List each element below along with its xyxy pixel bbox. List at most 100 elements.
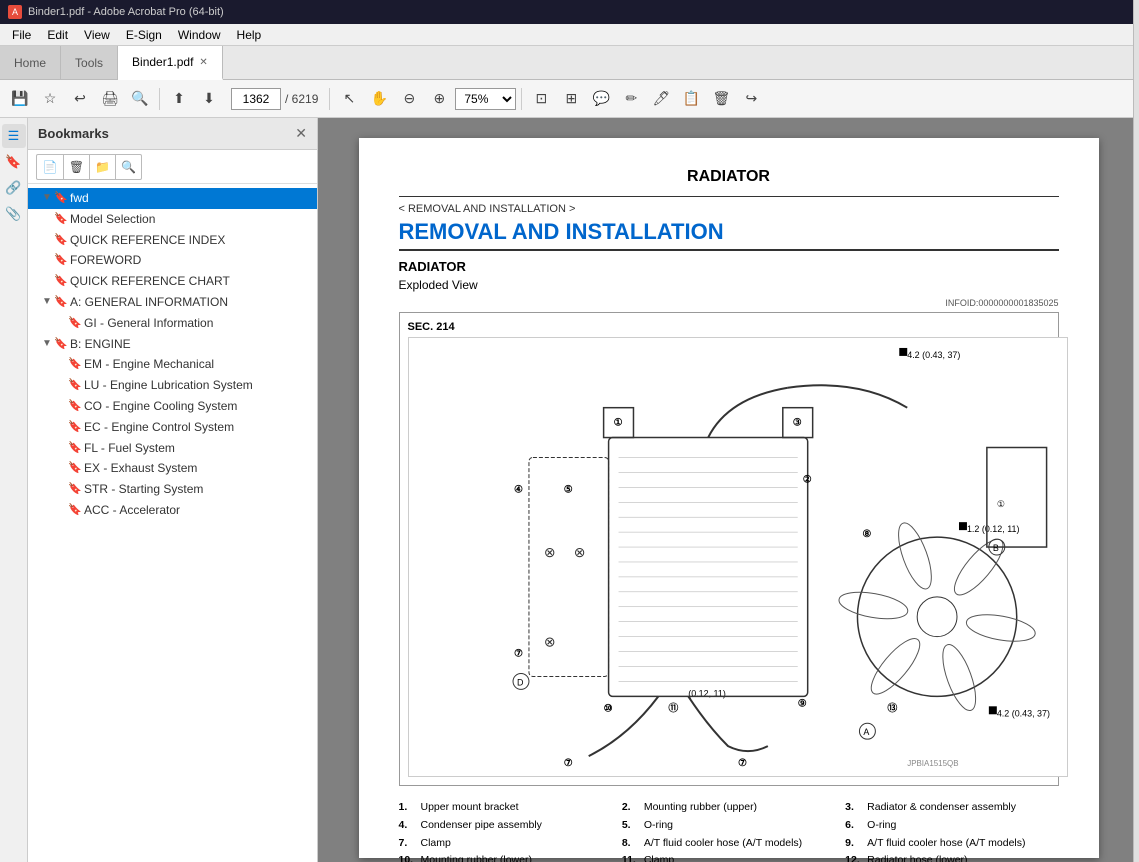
part-8: 8. A/T fluid cooler hose (A/T models) xyxy=(622,836,835,852)
bookmark-str[interactable]: 🔖 STR - Starting System xyxy=(28,479,317,500)
tab-tools[interactable]: Tools xyxy=(61,46,118,79)
part-num-6: 6. xyxy=(845,818,863,834)
toolbar: 💾 ☆ ↩ 🖨 🔍 ⬆ ⬇ / 6219 ↖ ✋ ⊖ ⊕ 75% 50% 100… xyxy=(0,80,1139,118)
pdf-subtitle: RADIATOR xyxy=(399,259,1059,274)
bookmark-acc[interactable]: 🔖 ACC - Accelerator xyxy=(28,500,317,521)
redo-button[interactable]: ↪ xyxy=(737,85,765,113)
menu-window[interactable]: Window xyxy=(170,26,229,44)
part-2: 2. Mounting rubber (upper) xyxy=(622,800,835,816)
menu-edit[interactable]: Edit xyxy=(39,26,76,44)
highlight-button[interactable]: ✏ xyxy=(617,85,645,113)
sidebar-find-btn[interactable]: 🔍 xyxy=(115,155,141,179)
bookmark-icon-fwd: 🔖 xyxy=(54,190,68,206)
bookmark-label-acc: ACC - Accelerator xyxy=(82,502,313,519)
part-label-10: Mounting rubber (lower) xyxy=(421,853,532,862)
prev-page-button[interactable]: ⬆ xyxy=(165,85,193,113)
sidebar-delete-btn[interactable]: 🗑 xyxy=(63,155,89,179)
part-label-7: Clamp xyxy=(421,836,451,852)
svg-text:D: D xyxy=(517,677,524,687)
pdf-caption: Exploded View xyxy=(399,278,1059,292)
part-6: 6. O-ring xyxy=(845,818,1058,834)
next-page-button[interactable]: ⬇ xyxy=(195,85,223,113)
toggle-fwd[interactable]: ▼ xyxy=(40,190,54,205)
print-button[interactable]: 🖨 xyxy=(96,85,124,113)
part-num-10: 10. xyxy=(399,853,417,862)
menu-view[interactable]: View xyxy=(76,26,118,44)
delete-button[interactable]: 🗑 xyxy=(707,85,735,113)
zoom-out-button[interactable]: ⊖ xyxy=(395,85,423,113)
bookmark-lu[interactable]: 🔖 LU - Engine Lubrication System xyxy=(28,375,317,396)
tab-binder-label: Binder1.pdf xyxy=(132,55,193,69)
part-label-9: A/T fluid cooler hose (A/T models) xyxy=(867,836,1025,852)
sign-button[interactable]: 🖊 xyxy=(647,85,675,113)
bookmark-ex[interactable]: 🔖 EX - Exhaust System xyxy=(28,458,317,479)
menu-help[interactable]: Help xyxy=(229,26,270,44)
sidebar-close-button[interactable]: ✕ xyxy=(295,125,307,142)
part-11: 11. Clamp xyxy=(622,853,835,862)
bookmark-label-qrc: QUICK REFERENCE CHART xyxy=(68,273,313,290)
bookmark-icon-model: 🔖 xyxy=(54,211,68,227)
bookmark-label-fw: FOREWORD xyxy=(68,252,313,269)
part-num-9: 9. xyxy=(845,836,863,852)
part-num-8: 8. xyxy=(622,836,640,852)
bookmark-co[interactable]: 🔖 CO - Engine Cooling System xyxy=(28,396,317,417)
nav-panel-icon[interactable]: ☰ xyxy=(2,124,26,148)
page-number-input[interactable] xyxy=(231,88,281,110)
zoom-in-button[interactable]: ⊕ xyxy=(425,85,453,113)
bookmark-quick-ref-index[interactable]: 🔖 QUICK REFERENCE INDEX xyxy=(28,230,317,251)
bookmark-icon-acc: 🔖 xyxy=(68,502,82,518)
bookmark-icon-qrc: 🔖 xyxy=(54,273,68,289)
attachment-panel-icon[interactable]: 📎 xyxy=(2,202,26,226)
part-4: 4. Condenser pipe assembly xyxy=(399,818,612,834)
pdf-area[interactable]: RADIATOR < REMOVAL AND INSTALLATION > RE… xyxy=(318,118,1139,862)
bookmark-label-ex: EX - Exhaust System xyxy=(82,460,313,477)
save-button[interactable]: 💾 xyxy=(6,85,34,113)
stamp-button[interactable]: 📋 xyxy=(677,85,705,113)
find-button[interactable]: 🔍 xyxy=(126,85,154,113)
part-12: 12. Radiator hose (lower) xyxy=(845,853,1058,862)
bookmark-panel-icon[interactable]: 🔖 xyxy=(2,150,26,174)
sidebar: Bookmarks ✕ 📄 🗑 📁 🔍 ▼ 🔖 fwd 🔖 xyxy=(28,118,318,862)
tab-close-button[interactable]: ✕ xyxy=(199,57,207,68)
bookmark-icon-ex: 🔖 xyxy=(68,460,82,476)
bookmark-engine[interactable]: ▼ 🔖 B: ENGINE xyxy=(28,334,317,355)
svg-text:①: ① xyxy=(996,499,1004,509)
bookmark-em[interactable]: 🔖 EM - Engine Mechanical xyxy=(28,354,317,375)
main-area: ☰ 🔖 🔗 📎 Bookmarks ✕ 📄 🗑 📁 🔍 ▼ 🔖 fwd xyxy=(0,118,1139,862)
fit-width-button[interactable]: ⊞ xyxy=(557,85,585,113)
bookmark-gi[interactable]: 🔖 GI - General Information xyxy=(28,313,317,334)
bookmark-general-info[interactable]: ▼ 🔖 A: GENERAL INFORMATION xyxy=(28,292,317,313)
sidebar-move-btn[interactable]: 📁 xyxy=(89,155,115,179)
hand-tool-button[interactable]: ✋ xyxy=(365,85,393,113)
bookmark-icon-gen: 🔖 xyxy=(54,294,68,310)
menu-esign[interactable]: E-Sign xyxy=(118,26,170,44)
pdf-header-title: RADIATOR xyxy=(399,168,1059,186)
select-tool-button[interactable]: ↖ xyxy=(335,85,363,113)
back-button[interactable]: ↩ xyxy=(66,85,94,113)
toggle-general[interactable]: ▼ xyxy=(40,294,54,309)
tab-binder[interactable]: Binder1.pdf ✕ xyxy=(118,46,223,80)
bookmark-add-button[interactable]: ☆ xyxy=(36,85,64,113)
part-9: 9. A/T fluid cooler hose (A/T models) xyxy=(845,836,1058,852)
part-label-8: A/T fluid cooler hose (A/T models) xyxy=(644,836,802,852)
svg-text:②: ② xyxy=(802,474,811,485)
bookmark-fwd[interactable]: ▼ 🔖 fwd xyxy=(28,188,317,209)
bookmark-model-selection[interactable]: 🔖 Model Selection xyxy=(28,209,317,230)
bookmark-foreword[interactable]: 🔖 FOREWORD xyxy=(28,250,317,271)
toggle-engine[interactable]: ▼ xyxy=(40,336,54,351)
bookmark-label-fwd: fwd xyxy=(68,190,313,207)
bookmark-icon-co: 🔖 xyxy=(68,398,82,414)
bookmark-label-em: EM - Engine Mechanical xyxy=(82,356,313,373)
link-panel-icon[interactable]: 🔗 xyxy=(2,176,26,200)
bookmark-ec[interactable]: 🔖 EC - Engine Control System xyxy=(28,417,317,438)
pdf-section-title: REMOVAL AND INSTALLATION xyxy=(399,219,1059,251)
sidebar-new-btn[interactable]: 📄 xyxy=(37,155,63,179)
bookmark-quick-ref-chart[interactable]: 🔖 QUICK REFERENCE CHART xyxy=(28,271,317,292)
menu-file[interactable]: File xyxy=(4,26,39,44)
tab-home[interactable]: Home xyxy=(0,46,61,79)
zoom-select[interactable]: 75% 50% 100% 125% 150% xyxy=(455,88,516,110)
bookmark-fl[interactable]: 🔖 FL - Fuel System xyxy=(28,438,317,459)
tab-home-label: Home xyxy=(14,56,46,70)
comment-button[interactable]: 💬 xyxy=(587,85,615,113)
fit-page-button[interactable]: ⊡ xyxy=(527,85,555,113)
